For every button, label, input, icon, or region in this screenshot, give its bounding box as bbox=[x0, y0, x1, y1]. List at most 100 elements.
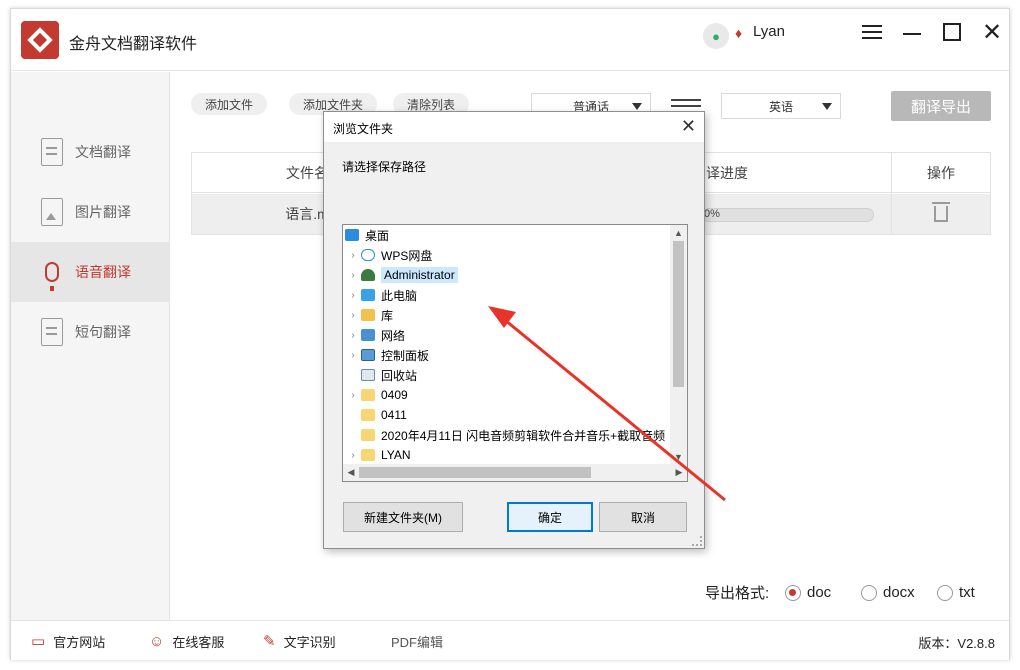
vip-diamond-icon: ♦ bbox=[735, 25, 743, 41]
vertical-scrollbar[interactable]: ▲ ▼ bbox=[670, 225, 687, 465]
format-txt-radio[interactable]: txt bbox=[937, 584, 975, 601]
export-format-label: 导出格式: bbox=[705, 585, 770, 602]
tree-item-0411[interactable]: 0411 bbox=[345, 405, 407, 425]
sidebar-item-label: 图片翻译 bbox=[75, 204, 131, 220]
delete-button[interactable] bbox=[892, 194, 990, 234]
tree-item-0409[interactable]: › 0409 bbox=[345, 385, 407, 405]
footer-link-label: 在线客服 bbox=[172, 634, 225, 650]
expand-chevron-icon[interactable]: › bbox=[345, 450, 361, 461]
expand-chevron-icon[interactable]: › bbox=[345, 390, 361, 401]
tree-item-administrator[interactable]: › Administrator bbox=[345, 265, 458, 285]
folder-icon bbox=[361, 429, 375, 441]
dialog-title: 浏览文件夹 bbox=[333, 122, 394, 136]
computer-icon bbox=[361, 289, 375, 301]
scroll-down-icon[interactable]: ▼ bbox=[670, 449, 687, 465]
official-site-link[interactable]: ▭ 官方网站 bbox=[31, 621, 105, 661]
network-icon bbox=[361, 329, 375, 341]
megaphone-icon: ✎ bbox=[263, 633, 276, 650]
monitor-icon: ▭ bbox=[31, 633, 46, 650]
footer-link-label: 文字识别 bbox=[283, 634, 336, 650]
format-docx-radio[interactable]: docx bbox=[861, 584, 915, 601]
tree-item-label: 2020年4月11日 闪电音频剪辑软件合并音乐+截取音频 bbox=[381, 428, 666, 443]
expand-chevron-icon[interactable]: › bbox=[345, 330, 361, 341]
online-service-link[interactable]: ☺ 在线客服 bbox=[149, 621, 224, 661]
horizontal-scrollbar[interactable]: ◀ ▶ bbox=[343, 464, 687, 481]
tree-item-2020-folder[interactable]: 2020年4月11日 闪电音频剪辑软件合并音乐+截取音频 bbox=[345, 425, 665, 445]
dialog-prompt: 请选择保存路径 bbox=[342, 160, 427, 174]
format-label: doc bbox=[807, 584, 832, 601]
translate-export-button[interactable]: 翻译导出 bbox=[891, 91, 991, 121]
tree-item-wps[interactable]: › WPS网盘 bbox=[345, 245, 432, 265]
scroll-thumb[interactable] bbox=[359, 467, 591, 478]
expand-chevron-icon[interactable]: › bbox=[345, 270, 361, 281]
library-icon bbox=[361, 309, 375, 321]
footer-link-label: 官方网站 bbox=[53, 634, 106, 650]
radio-icon bbox=[861, 584, 877, 601]
tree-item-label: WPS网盘 bbox=[381, 248, 433, 263]
folder-icon bbox=[361, 449, 375, 461]
tree-item-label: 桌面 bbox=[365, 228, 390, 243]
scroll-left-icon[interactable]: ◀ bbox=[343, 464, 359, 481]
tree-item-label: 0411 bbox=[381, 408, 407, 422]
browse-folder-dialog: 浏览文件夹 ✕ 请选择保存路径 桌面 › WPS网盘 › Administrat… bbox=[323, 111, 705, 549]
folder-icon bbox=[361, 389, 375, 401]
add-file-button[interactable]: 添加文件 bbox=[191, 93, 268, 115]
sidebar-item-voice[interactable]: 语音翻译 bbox=[11, 242, 170, 302]
tree-item-recycle-bin[interactable]: 回收站 bbox=[345, 365, 417, 385]
control-panel-icon bbox=[361, 349, 375, 361]
sidebar-item-sentence[interactable]: 短句翻译 bbox=[11, 302, 170, 362]
dropdown-arrow-icon bbox=[822, 103, 832, 110]
document-icon bbox=[41, 138, 63, 166]
progress-text: 0% bbox=[704, 208, 720, 220]
tree-item-lyan[interactable]: › LYAN bbox=[345, 445, 410, 465]
expand-chevron-icon[interactable]: › bbox=[345, 290, 361, 301]
version-text: 版本：V2.8.8 bbox=[918, 636, 995, 651]
sidebar: 文档翻译 图片翻译 语音翻译 短句翻译 bbox=[11, 72, 170, 620]
cloud-icon bbox=[361, 249, 375, 261]
cancel-button[interactable]: 取消 bbox=[599, 502, 687, 532]
tree-item-control-panel[interactable]: › 控制面板 bbox=[345, 345, 429, 365]
username[interactable]: Lyan bbox=[753, 23, 785, 40]
sidebar-item-document[interactable]: 文档翻译 bbox=[11, 122, 170, 182]
format-doc-radio[interactable]: doc bbox=[785, 584, 831, 601]
ocr-link[interactable]: ✎ 文字识别 bbox=[263, 621, 336, 661]
tree-item-desktop[interactable]: 桌面 bbox=[343, 225, 389, 245]
menu-icon[interactable] bbox=[859, 19, 885, 45]
support-person-icon: ☺ bbox=[149, 632, 165, 650]
wechat-icon[interactable]: ● bbox=[703, 23, 729, 49]
tree-item-label: 此电脑 bbox=[381, 288, 418, 303]
dialog-title-bar: 浏览文件夹 ✕ bbox=[324, 112, 704, 142]
target-language-select[interactable]: 英语 bbox=[721, 93, 841, 119]
dialog-close-icon[interactable]: ✕ bbox=[681, 116, 696, 137]
expand-chevron-icon[interactable]: › bbox=[345, 350, 361, 361]
trash-icon bbox=[932, 202, 950, 222]
header-action: 操作 bbox=[927, 165, 955, 181]
tree-item-library[interactable]: › 库 bbox=[345, 305, 393, 325]
footer: ▭ 官方网站 ☺ 在线客服 ✎ 文字识别 PDF编辑 版本：V2.8.8 bbox=[11, 620, 1009, 660]
folder-tree[interactable]: 桌面 › WPS网盘 › Administrator › 此电脑 › 库 › 网… bbox=[342, 224, 688, 482]
scroll-right-icon[interactable]: ▶ bbox=[671, 464, 687, 481]
close-icon[interactable]: ✕ bbox=[979, 19, 1005, 46]
scroll-thumb[interactable] bbox=[673, 241, 684, 387]
tree-item-label: 回收站 bbox=[381, 368, 418, 383]
sidebar-item-label: 语音翻译 bbox=[75, 264, 131, 280]
pdf-edit-link[interactable]: PDF编辑 bbox=[391, 621, 443, 661]
dropdown-arrow-icon bbox=[632, 103, 642, 110]
microphone-icon bbox=[45, 262, 59, 291]
maximize-icon[interactable] bbox=[939, 19, 965, 45]
minimize-icon[interactable] bbox=[899, 19, 925, 45]
desktop-icon bbox=[345, 229, 359, 241]
new-folder-button[interactable]: 新建文件夹(M) bbox=[343, 502, 463, 532]
tree-item-network[interactable]: › 网络 bbox=[345, 325, 405, 345]
expand-chevron-icon[interactable]: › bbox=[345, 310, 361, 321]
tree-item-this-pc[interactable]: › 此电脑 bbox=[345, 285, 417, 305]
sentence-icon bbox=[41, 318, 63, 346]
scroll-up-icon[interactable]: ▲ bbox=[670, 225, 687, 241]
resize-grip-icon[interactable] bbox=[692, 536, 702, 546]
sidebar-item-image[interactable]: 图片翻译 bbox=[11, 182, 170, 242]
sidebar-item-label: 文档翻译 bbox=[75, 144, 131, 160]
expand-chevron-icon[interactable]: › bbox=[345, 250, 361, 261]
folder-icon bbox=[361, 409, 375, 421]
ok-button[interactable]: 确定 bbox=[507, 502, 593, 532]
tree-item-label: Administrator bbox=[381, 267, 458, 283]
